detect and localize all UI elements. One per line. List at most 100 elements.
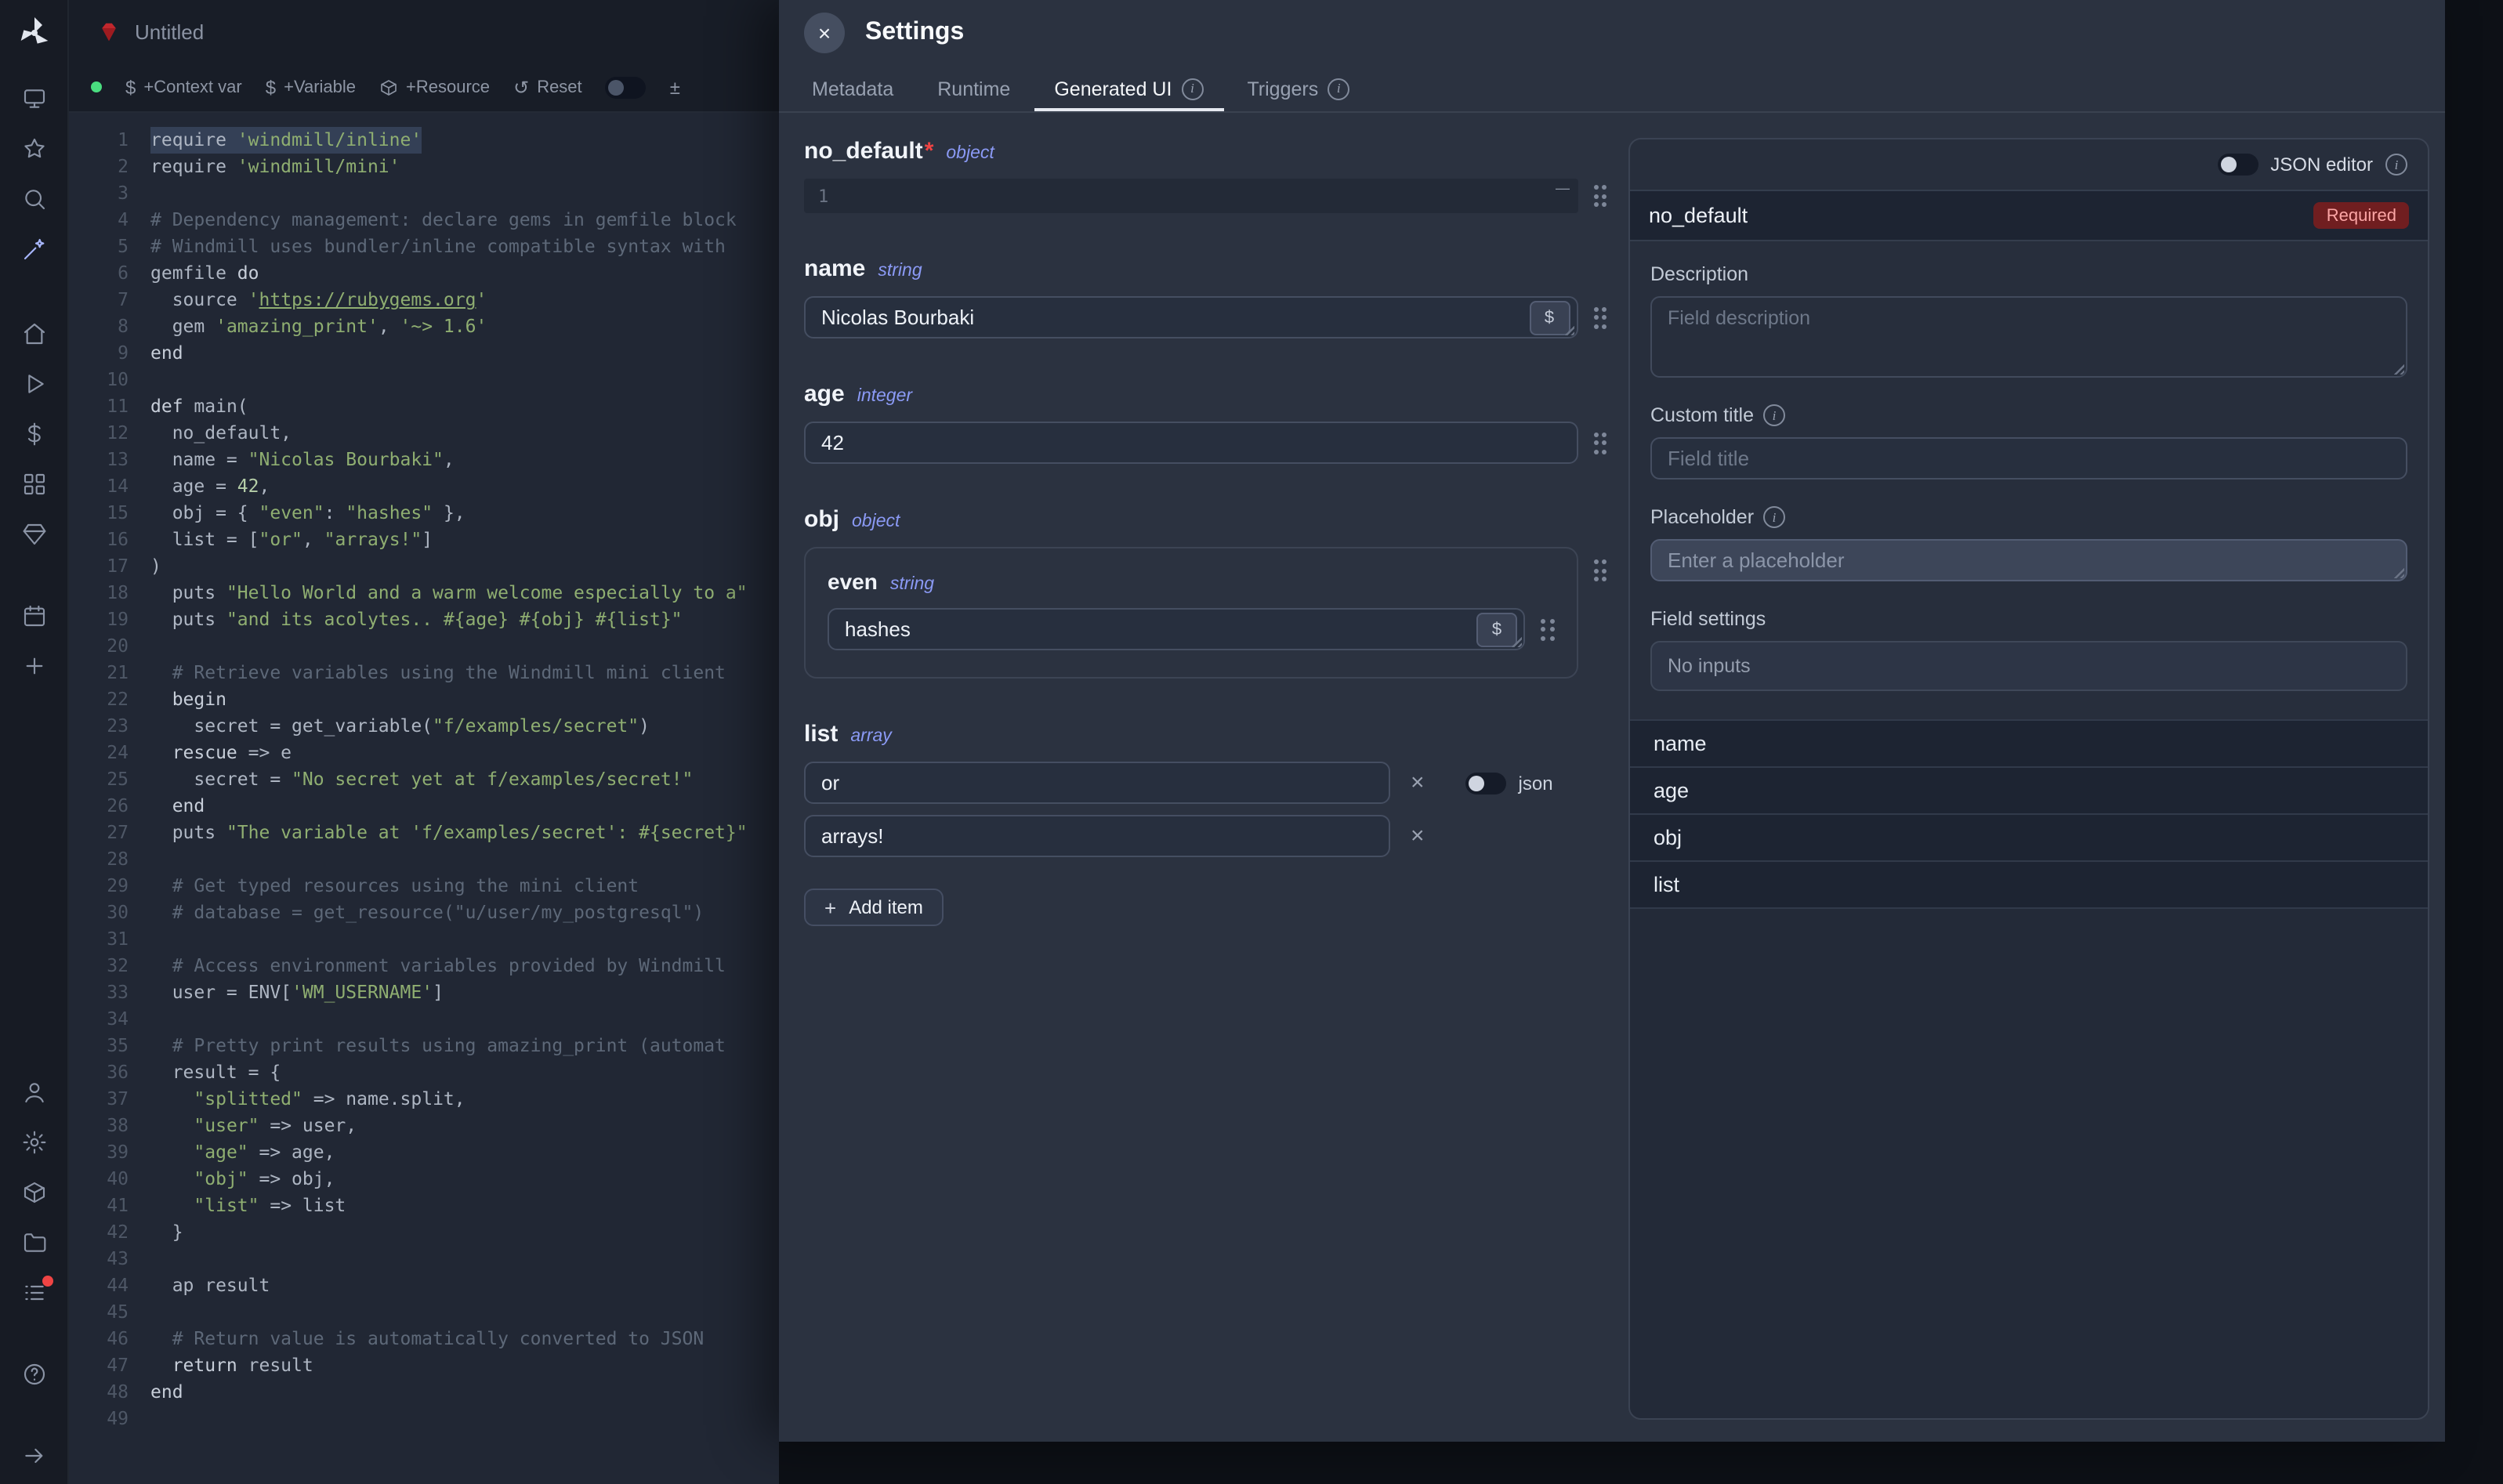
user-icon[interactable]: [12, 1070, 56, 1114]
code-line[interactable]: 16 list = ["or", "arrays!"]: [69, 527, 779, 553]
code-line[interactable]: 28: [69, 846, 779, 873]
field-row-age[interactable]: age: [1630, 766, 2428, 813]
list-item-input[interactable]: [804, 815, 1390, 857]
code-line[interactable]: 2require 'windmill/mini': [69, 154, 779, 180]
code-line[interactable]: 29 # Get typed resources using the mini …: [69, 873, 779, 899]
collapse-icon[interactable]: —: [1556, 179, 1570, 197]
code-line[interactable]: 46 # Return value is automatically conve…: [69, 1326, 779, 1352]
code-line[interactable]: 18 puts "Hello World and a warm welcome …: [69, 580, 779, 606]
name-input[interactable]: [804, 296, 1578, 338]
add-context-var-button[interactable]: $+Context var: [125, 76, 242, 98]
code-line[interactable]: 42 }: [69, 1219, 779, 1246]
code-line[interactable]: 36 result = {: [69, 1059, 779, 1086]
code-line[interactable]: 25 secret = "No secret yet at f/examples…: [69, 766, 779, 793]
code-line[interactable]: 24 rescue => e: [69, 740, 779, 766]
placeholder-input[interactable]: [1650, 539, 2407, 581]
selected-field-row[interactable]: no_default Required: [1630, 190, 2428, 241]
code-line[interactable]: 48end: [69, 1379, 779, 1406]
code-lines[interactable]: 1require 'windmill/inline'2require 'wind…: [69, 113, 779, 1484]
remove-item-button[interactable]: ×: [1411, 771, 1425, 794]
json-toggle[interactable]: [1465, 772, 1506, 794]
code-line[interactable]: 39 "age" => age,: [69, 1139, 779, 1166]
code-line[interactable]: 33 user = ENV['WM_USERNAME']: [69, 979, 779, 1006]
code-line[interactable]: 35 # Pretty print results using amazing_…: [69, 1033, 779, 1059]
tab-generated-ui[interactable]: Generated UIi: [1034, 66, 1223, 111]
code-line[interactable]: 21 # Retrieve variables using the Windmi…: [69, 660, 779, 686]
variables-icon[interactable]: [12, 412, 56, 456]
code-line[interactable]: 12 no_default,: [69, 420, 779, 447]
magic-wand-icon[interactable]: [12, 227, 56, 271]
field-row-list[interactable]: list: [1630, 860, 2428, 909]
schedules-icon[interactable]: [12, 594, 56, 638]
code-line[interactable]: 31: [69, 926, 779, 953]
drag-handle[interactable]: [1593, 432, 1606, 454]
code-line[interactable]: 17): [69, 553, 779, 580]
add-icon[interactable]: [12, 644, 56, 688]
windmill-logo[interactable]: [15, 14, 53, 52]
monitor-icon[interactable]: [12, 77, 56, 121]
code-line[interactable]: 34: [69, 1006, 779, 1033]
gear-icon[interactable]: [12, 1120, 56, 1164]
package-icon[interactable]: [12, 1171, 56, 1214]
code-line[interactable]: 9end: [69, 340, 779, 367]
drag-handle[interactable]: [1593, 185, 1606, 207]
add-item-button[interactable]: + Add item: [804, 889, 944, 926]
code-line[interactable]: 20: [69, 633, 779, 660]
code-line[interactable]: 45: [69, 1299, 779, 1326]
code-line[interactable]: 10: [69, 367, 779, 393]
code-line[interactable]: 7 source 'https://rubygems.org': [69, 287, 779, 313]
json-editor-toggle[interactable]: [2217, 154, 2258, 176]
variable-picker-button[interactable]: $: [1476, 613, 1517, 647]
code-line[interactable]: 38 "user" => user,: [69, 1113, 779, 1139]
runs-icon[interactable]: [12, 362, 56, 406]
variable-picker-button[interactable]: $: [1529, 301, 1570, 335]
description-textarea[interactable]: [1650, 296, 2407, 378]
code-line[interactable]: 6gemfile do: [69, 260, 779, 287]
code-line[interactable]: 30 # database = get_resource("u/user/my_…: [69, 899, 779, 926]
remove-item-button[interactable]: ×: [1411, 824, 1425, 848]
code-line[interactable]: 37 "splitted" => name.split,: [69, 1086, 779, 1113]
diff-toggle[interactable]: [606, 76, 647, 98]
list-item-input[interactable]: [804, 762, 1390, 804]
folder-icon[interactable]: [12, 1221, 56, 1265]
drag-handle[interactable]: [1541, 618, 1554, 640]
plus-minus-icon[interactable]: ±: [670, 76, 680, 98]
add-resource-button[interactable]: +Resource: [379, 78, 490, 96]
code-line[interactable]: 23 secret = get_variable("f/examples/sec…: [69, 713, 779, 740]
code-line[interactable]: 47 return result: [69, 1352, 779, 1379]
code-line[interactable]: 27 puts "The variable at 'f/examples/sec…: [69, 820, 779, 846]
code-line[interactable]: 32 # Access environment variables provid…: [69, 953, 779, 979]
field-row-name[interactable]: name: [1630, 719, 2428, 766]
code-line[interactable]: 8 gem 'amazing_print', '~> 1.6': [69, 313, 779, 340]
home-icon[interactable]: [12, 312, 56, 356]
tab-triggers[interactable]: Triggersi: [1226, 66, 1370, 111]
code-line[interactable]: 14 age = 42,: [69, 473, 779, 500]
code-line[interactable]: 19 puts "and its acolytes.. #{age} #{obj…: [69, 606, 779, 633]
reset-button[interactable]: ↺Reset: [513, 76, 582, 98]
script-title-input[interactable]: Untitled: [135, 20, 605, 43]
search-icon[interactable]: [12, 177, 56, 221]
drag-handle[interactable]: [1593, 559, 1606, 581]
code-line[interactable]: 11def main(: [69, 393, 779, 420]
tab-metadata[interactable]: Metadata: [791, 66, 914, 111]
field-row-obj[interactable]: obj: [1630, 813, 2428, 860]
star-icon[interactable]: [12, 127, 56, 171]
code-line[interactable]: 40 "obj" => obj,: [69, 1166, 779, 1193]
help-icon[interactable]: [12, 1352, 56, 1396]
code-line[interactable]: 1require 'windmill/inline': [69, 127, 779, 154]
list-icon[interactable]: [12, 1271, 56, 1315]
code-line[interactable]: 49: [69, 1406, 779, 1432]
no-default-json-editor[interactable]: 1 —: [804, 179, 1578, 213]
expand-sidebar-icon[interactable]: [12, 1434, 56, 1478]
drag-handle[interactable]: [1593, 306, 1606, 328]
even-input[interactable]: [828, 608, 1525, 650]
code-line[interactable]: 15 obj = { "even": "hashes" },: [69, 500, 779, 527]
apps-icon[interactable]: [12, 462, 56, 506]
code-line[interactable]: 44 ap result: [69, 1272, 779, 1299]
code-line[interactable]: 41 "list" => list: [69, 1193, 779, 1219]
tab-runtime[interactable]: Runtime: [917, 66, 1031, 111]
code-line[interactable]: 13 name = "Nicolas Bourbaki",: [69, 447, 779, 473]
code-line[interactable]: 4# Dependency management: declare gems i…: [69, 207, 779, 233]
code-line[interactable]: 43: [69, 1246, 779, 1272]
add-variable-button[interactable]: $+Variable: [266, 76, 356, 98]
